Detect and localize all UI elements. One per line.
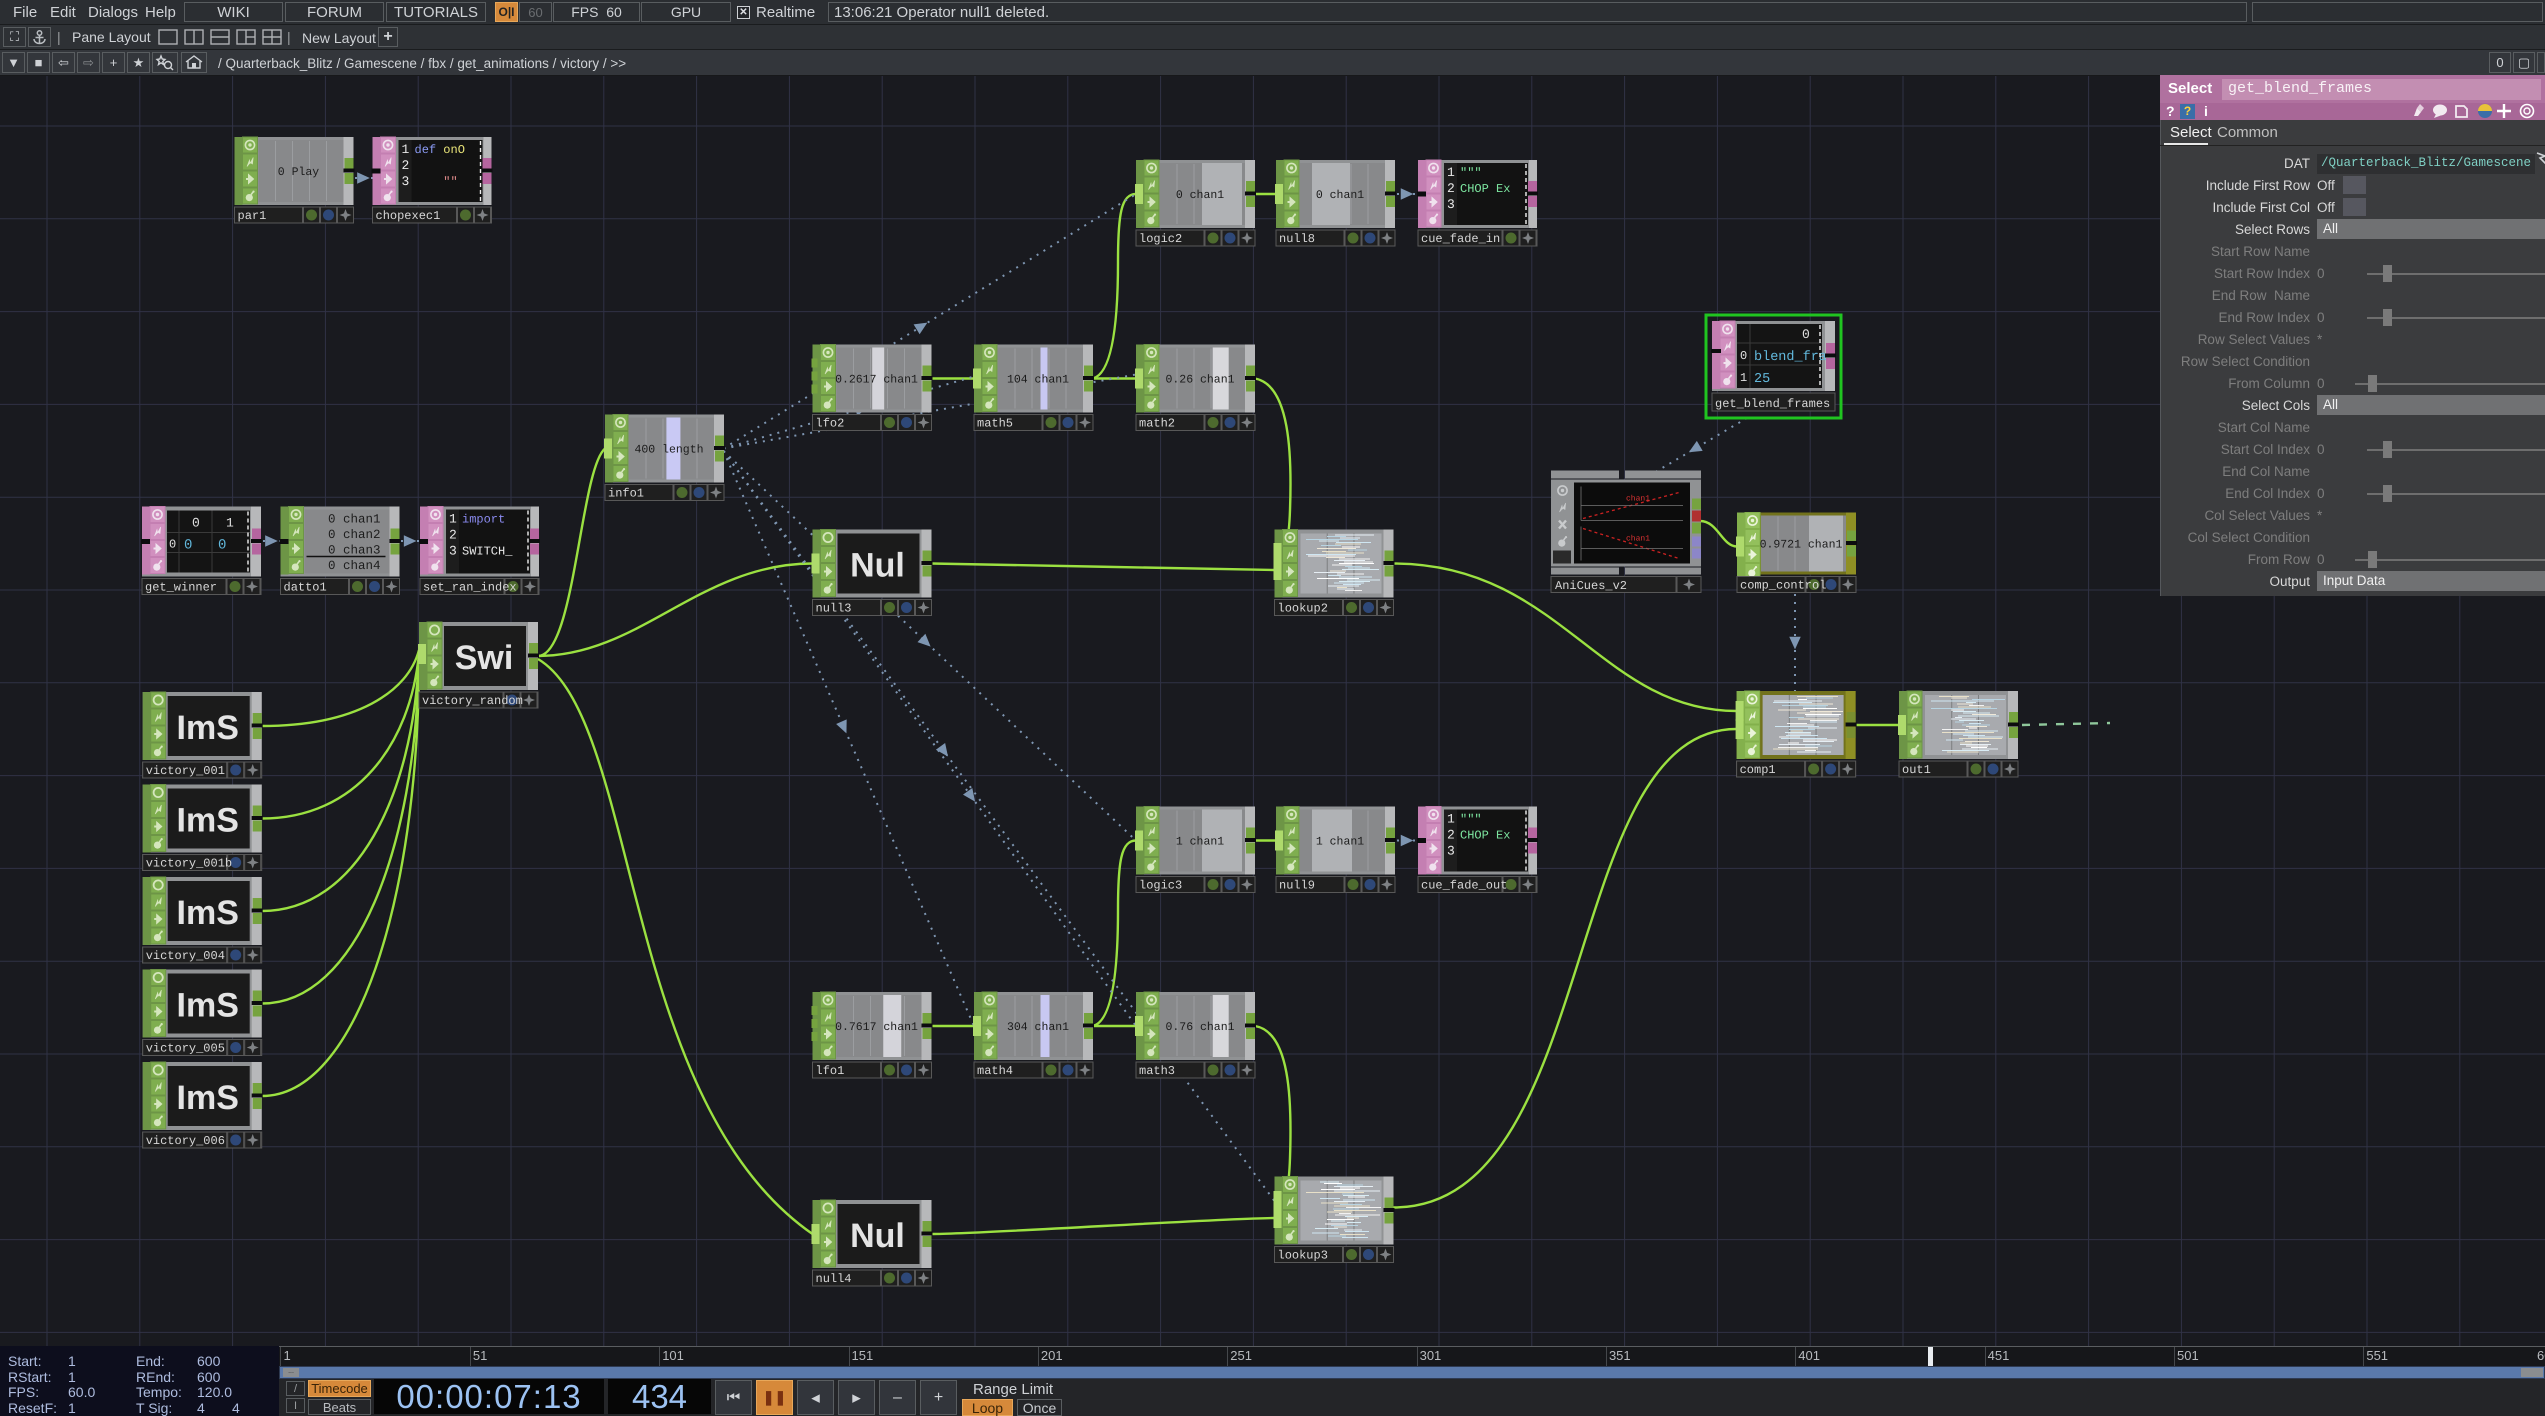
- svg-text:math2: math2: [1139, 417, 1175, 431]
- svg-text:lookup3: lookup3: [1278, 1249, 1328, 1263]
- svg-text:set_ran_index: set_ran_index: [423, 581, 517, 595]
- svg-text:onO: onO: [436, 143, 465, 157]
- svg-text:2: 2: [1447, 828, 1455, 843]
- svg-text:chopexec1: chopexec1: [376, 209, 441, 223]
- svg-text:cue_fade_in: cue_fade_in: [1421, 232, 1500, 246]
- svg-text:3: 3: [1447, 197, 1455, 212]
- svg-text:get_blend_frames: get_blend_frames: [1715, 397, 1830, 411]
- svg-text:par1: par1: [238, 209, 267, 223]
- svg-text:ImS: ImS: [177, 802, 239, 840]
- svg-text:25: 25: [1754, 372, 1770, 387]
- svg-text:math3: math3: [1139, 1064, 1175, 1078]
- svg-text:logic3: logic3: [1139, 879, 1182, 893]
- svg-text:3: 3: [1447, 844, 1455, 859]
- svg-text:0.2617 chan1: 0.2617 chan1: [835, 374, 918, 387]
- svg-text:1: 1: [1740, 371, 1747, 385]
- svg-text:ImS: ImS: [177, 1079, 239, 1117]
- svg-text:lfo1: lfo1: [816, 1064, 845, 1078]
- svg-text:0.26 chan1: 0.26 chan1: [1165, 374, 1234, 387]
- svg-text:blend_fra: blend_fra: [1754, 350, 1827, 365]
- svg-text:victory_001: victory_001: [146, 764, 225, 778]
- svg-text:″″: ″″: [415, 175, 458, 189]
- svg-text:ImS: ImS: [177, 987, 239, 1025]
- svg-text:SWITCH_: SWITCH_: [462, 545, 513, 559]
- svg-text:Nul: Nul: [850, 547, 905, 585]
- svg-text:0 Play: 0 Play: [278, 166, 320, 179]
- svg-text:0.76 chan1: 0.76 chan1: [1165, 1021, 1234, 1034]
- svg-text:AniCues_v2: AniCues_v2: [1555, 579, 1627, 593]
- svg-text:0 chan1: 0 chan1: [328, 513, 381, 527]
- svg-text:1: 1: [226, 516, 234, 531]
- svg-text:304 chan1: 304 chan1: [1007, 1021, 1069, 1034]
- svg-text:math4: math4: [977, 1064, 1013, 1078]
- svg-text:null4: null4: [816, 1272, 852, 1286]
- svg-text:CHOP Ex: CHOP Ex: [1460, 182, 1510, 196]
- svg-text:3: 3: [449, 544, 457, 559]
- svg-text:lfo2: lfo2: [816, 417, 845, 431]
- svg-text:2: 2: [402, 158, 410, 173]
- svg-text:logic2: logic2: [1139, 232, 1182, 246]
- svg-text:ImS: ImS: [177, 709, 239, 747]
- svg-text:import: import: [462, 513, 505, 527]
- svg-text:3: 3: [402, 174, 410, 189]
- svg-text:null9: null9: [1279, 879, 1315, 893]
- svg-text:0: 0: [184, 538, 192, 554]
- svg-text:victory_004: victory_004: [146, 949, 225, 963]
- svg-text:datto1: datto1: [284, 581, 327, 595]
- svg-text:400 length: 400 length: [634, 444, 703, 457]
- svg-text:null8: null8: [1279, 232, 1315, 246]
- svg-text:0 chan2: 0 chan2: [328, 528, 381, 542]
- svg-text:1: 1: [1447, 812, 1455, 827]
- svg-text:1: 1: [449, 512, 457, 527]
- svg-text:Swi: Swi: [455, 639, 514, 677]
- svg-text:0 chan1: 0 chan1: [1316, 189, 1364, 202]
- svg-text:0 chan4: 0 chan4: [328, 559, 381, 573]
- svg-text:0: 0: [218, 538, 226, 554]
- svg-text:chan1: chan1: [1626, 495, 1650, 504]
- svg-text:Nul: Nul: [850, 1217, 905, 1255]
- svg-text:info1: info1: [608, 487, 644, 501]
- svg-text:comp1: comp1: [1740, 763, 1776, 777]
- svg-text:ImS: ImS: [177, 894, 239, 932]
- svg-text:0 chan3: 0 chan3: [328, 544, 381, 558]
- svg-text:cue_fade_out: cue_fade_out: [1421, 879, 1507, 893]
- svg-text:victory_005: victory_005: [146, 1042, 225, 1056]
- svg-text:1: 1: [402, 142, 410, 157]
- svg-text:victory_001b: victory_001b: [146, 857, 232, 871]
- svg-text:chan1: chan1: [1626, 535, 1650, 544]
- svg-text:0: 0: [169, 538, 176, 552]
- svg-text:out1: out1: [1902, 763, 1931, 777]
- svg-text:1 chan1: 1 chan1: [1176, 836, 1224, 849]
- svg-text:victory_006: victory_006: [146, 1134, 225, 1148]
- svg-text:0.9721 chan1: 0.9721 chan1: [1760, 539, 1843, 552]
- svg-text:2: 2: [449, 528, 457, 543]
- svg-text:0: 0: [1740, 349, 1747, 363]
- svg-text:0 chan1: 0 chan1: [1176, 189, 1224, 202]
- svg-text:null3: null3: [816, 602, 852, 616]
- svg-text:1: 1: [1447, 165, 1455, 180]
- svg-text:0.7617 chan1: 0.7617 chan1: [835, 1021, 918, 1034]
- svg-text:comp_control: comp_control: [1740, 579, 1826, 593]
- svg-text:104 chan1: 104 chan1: [1007, 374, 1069, 387]
- svg-text:math5: math5: [977, 417, 1013, 431]
- svg-text:0: 0: [1802, 327, 1810, 342]
- svg-text:″″″: ″″″: [1460, 166, 1482, 180]
- svg-text:victory_random: victory_random: [422, 694, 523, 708]
- svg-text:lookup2: lookup2: [1278, 602, 1328, 616]
- svg-text:″″″: ″″″: [1460, 813, 1482, 827]
- svg-text:0: 0: [192, 516, 200, 531]
- svg-text:2: 2: [1447, 181, 1455, 196]
- svg-text:1 chan1: 1 chan1: [1316, 836, 1364, 849]
- svg-text:def: def: [415, 143, 437, 157]
- svg-text:get_winner: get_winner: [145, 581, 217, 595]
- svg-text:CHOP Ex: CHOP Ex: [1460, 829, 1510, 843]
